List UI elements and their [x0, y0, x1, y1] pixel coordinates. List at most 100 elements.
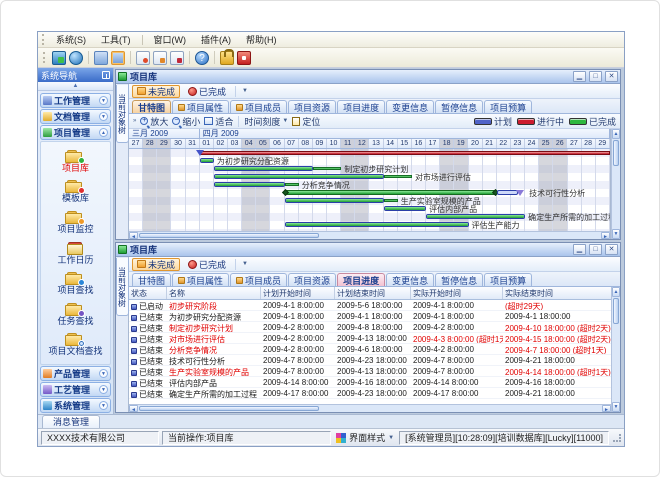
chevron-down-icon[interactable]: ▼ [99, 96, 108, 105]
filter-overflow-button[interactable]: ▼ [240, 88, 250, 94]
gantt-filter-未完成[interactable]: 未完成 [132, 85, 180, 98]
doc-edit-icon[interactable] [153, 51, 167, 65]
table-row[interactable]: 已结束制定初步研究计划2009-4-2 8:00:002009-4-8 18:0… [129, 322, 611, 333]
menu-item-1[interactable]: 系统(S) [49, 32, 93, 47]
table-tab-甘特图[interactable]: 甘特图 [132, 273, 171, 286]
gantt-side-tab[interactable]: 当前对象树 [116, 84, 129, 239]
close-button[interactable]: ✕ [605, 71, 618, 82]
table-row[interactable]: 已结束技术可行性分析2009-4-7 8:00:002009-4-23 18:0… [129, 355, 611, 366]
sidebar-group-工作管理[interactable]: 工作管理▼ [40, 93, 111, 108]
tab-message-management[interactable]: 消息管理 [42, 415, 100, 428]
gantt-window-titlebar[interactable]: 项目库 ▁ □ ✕ [116, 70, 620, 84]
sidebar-item-工作日历[interactable]: 工作日历 [57, 242, 93, 265]
gantt-bar-评估内部产品[interactable] [384, 206, 426, 211]
day-cell[interactable]: 27 [567, 139, 581, 148]
day-cell[interactable]: 25 [539, 139, 553, 148]
table-row[interactable]: 已结束分析竞争情况2009-4-2 8:00:002009-4-6 18:00:… [129, 344, 611, 355]
day-cell[interactable]: 15 [398, 139, 412, 148]
sidebar-group-文档管理[interactable]: 文档管理▼ [40, 109, 111, 124]
column-header-状态[interactable]: 状态 [129, 287, 167, 299]
column-header-计划结束时间[interactable]: 计划结束时间 [335, 287, 411, 299]
system-icon[interactable] [52, 51, 66, 65]
table-window-titlebar[interactable]: 项目库 ▁ □ ✕ [116, 243, 620, 257]
gantt-bar-生产实验室规模的产品[interactable] [285, 198, 384, 203]
day-cell[interactable]: 16 [412, 139, 426, 148]
table-row[interactable]: 已结束评估内部产品2009-4-14 8:00:002009-4-16 18:0… [129, 377, 611, 388]
zoom-out-button[interactable]: −缩小 [172, 115, 200, 128]
zoom-in-button[interactable]: +放大 [140, 115, 168, 128]
chevron-down-icon[interactable]: ▼ [99, 112, 108, 121]
toolbar-grip[interactable] [43, 52, 46, 63]
day-cell[interactable]: 13 [369, 139, 383, 148]
scroll-down-icon[interactable]: ▼ [612, 229, 620, 239]
gantt-bar-评估生产能力[interactable] [285, 222, 469, 227]
day-cell[interactable]: 10 [327, 139, 341, 148]
interface-style-button[interactable]: 界面样式 ▼ [334, 431, 396, 444]
toolbar-overflow-button[interactable]: » [133, 118, 136, 124]
sidebar-item-任务查找[interactable]: 任务查找 [57, 303, 93, 326]
gantt-tab-项目预算[interactable]: 项目预算 [484, 100, 532, 113]
day-cell[interactable]: 31 [186, 139, 200, 148]
table-vscrollbar[interactable]: ▲ ▼ [611, 287, 620, 412]
table-row[interactable]: 已结束为初步研究分配资源2009-4-1 8:00:002009-4-1 18:… [129, 311, 611, 322]
scroll-up-icon[interactable]: ▲ [612, 129, 620, 139]
minimize-button[interactable]: ▁ [573, 244, 586, 255]
day-cell[interactable]: 30 [171, 139, 185, 148]
open-folder-icon[interactable] [94, 51, 108, 65]
menu-item-5[interactable]: 帮助(H) [239, 32, 284, 47]
day-cell[interactable]: 02 [214, 139, 228, 148]
gantt-bar-对市场进行评估[interactable] [214, 174, 384, 179]
day-cell[interactable]: 08 [299, 139, 313, 148]
table-tab-项目进度[interactable]: 项目进度 [337, 273, 385, 286]
timescale-button[interactable]: 时间刻度▼ [244, 115, 288, 128]
day-cell[interactable]: 05 [256, 139, 270, 148]
table-tab-项目预算[interactable]: 项目预算 [484, 273, 532, 286]
doc-add-icon[interactable] [136, 51, 150, 65]
table-row[interactable]: 已结束确定生产所需的加工过程2009-4-17 8:00:002009-4-23… [129, 388, 611, 399]
table-tab-变更信息[interactable]: 变更信息 [386, 273, 434, 286]
sidebar-item-项目查找[interactable]: 项目查找 [57, 272, 93, 295]
day-cell[interactable]: 27 [129, 139, 143, 148]
gantt-tab-项目进度[interactable]: 项目进度 [337, 100, 385, 113]
gantt-hscrollbar[interactable]: ◄ ► [129, 231, 610, 239]
gantt-bar-为初步研究分配资源[interactable] [200, 158, 214, 163]
gantt-tab-项目成员[interactable]: 项目成员 [230, 100, 287, 113]
gantt-bar-制定初步研究计划[interactable] [214, 166, 313, 171]
menu-item-3[interactable]: 窗口(W) [147, 32, 194, 47]
table-vscroll-thumb[interactable] [613, 298, 619, 324]
chevron-up-icon[interactable]: ▲ [99, 128, 108, 137]
chevron-down-icon[interactable]: ▼ [99, 401, 108, 410]
gantt-vscroll-thumb[interactable] [613, 140, 619, 166]
table-side-tab[interactable]: 当前对象树 [116, 257, 129, 412]
day-cell[interactable]: 22 [497, 139, 511, 148]
menu-item-2[interactable]: 工具(T) [94, 32, 138, 47]
gantt-tab-暂停信息[interactable]: 暂停信息 [435, 100, 483, 113]
table-hscroll-thumb[interactable] [139, 406, 319, 411]
table-filter-未完成[interactable]: 未完成 [132, 258, 180, 271]
column-header-计划开始时间[interactable]: 计划开始时间 [261, 287, 335, 299]
sidebar-group-工艺管理[interactable]: 工艺管理▼ [40, 382, 111, 397]
column-header-实际开始时间[interactable]: 实际开始时间 [411, 287, 503, 299]
filter-overflow-button[interactable]: ▼ [240, 261, 250, 267]
save-icon[interactable] [111, 51, 125, 65]
gantt-bar-确定生产所需的加工过程[interactable] [426, 214, 525, 219]
gantt-tab-项目资源[interactable]: 项目资源 [288, 100, 336, 113]
sidebar-item-项目库[interactable]: 项目库 [62, 150, 89, 173]
column-header-实际结束时间[interactable]: 实际结束时间 [503, 287, 611, 299]
day-cell[interactable]: 07 [285, 139, 299, 148]
scroll-down-icon[interactable]: ▼ [612, 402, 620, 412]
minimize-button[interactable]: ▁ [573, 71, 586, 82]
sidebar-collapse-button[interactable]: ▲ [38, 82, 113, 91]
sidebar-group-系统管理[interactable]: 系统管理▼ [40, 398, 111, 413]
gantt-tab-变更信息[interactable]: 变更信息 [386, 100, 434, 113]
day-cell[interactable]: 18 [440, 139, 454, 148]
day-cell[interactable]: 19 [454, 139, 468, 148]
table-filter-已完成[interactable]: 已完成 [183, 258, 231, 271]
exit-icon[interactable] [237, 51, 251, 65]
scroll-up-icon[interactable]: ▲ [612, 287, 620, 297]
day-cell[interactable]: 24 [525, 139, 539, 148]
day-cell[interactable]: 26 [553, 139, 567, 148]
scroll-right-icon[interactable]: ► [601, 232, 610, 239]
table-row[interactable]: 已结束对市场进行评估2009-4-2 8:00:002009-4-13 18:0… [129, 333, 611, 344]
day-cell[interactable]: 21 [483, 139, 497, 148]
